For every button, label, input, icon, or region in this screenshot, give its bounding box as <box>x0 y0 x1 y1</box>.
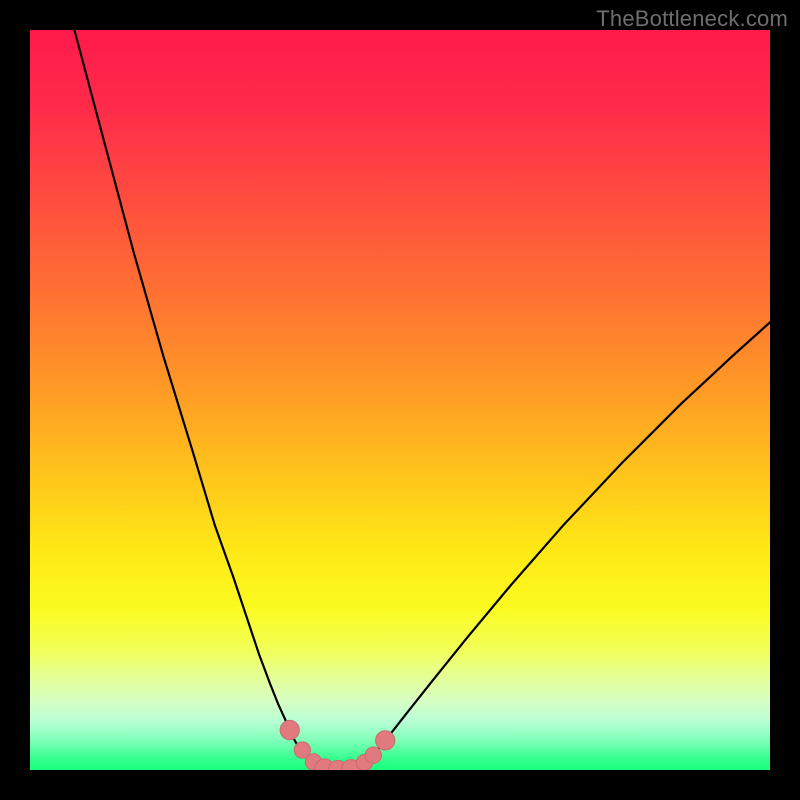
plot-area <box>30 30 770 770</box>
series-left-curve <box>74 30 326 770</box>
watermark-text: TheBottleneck.com <box>596 6 788 32</box>
marker-left-upper <box>280 720 299 739</box>
curve-layer <box>30 30 770 770</box>
chart-frame: TheBottleneck.com <box>0 0 800 800</box>
marker-right-upper <box>376 731 395 750</box>
marker-right-seg-2 <box>365 747 381 763</box>
series-right-curve <box>356 322 770 770</box>
